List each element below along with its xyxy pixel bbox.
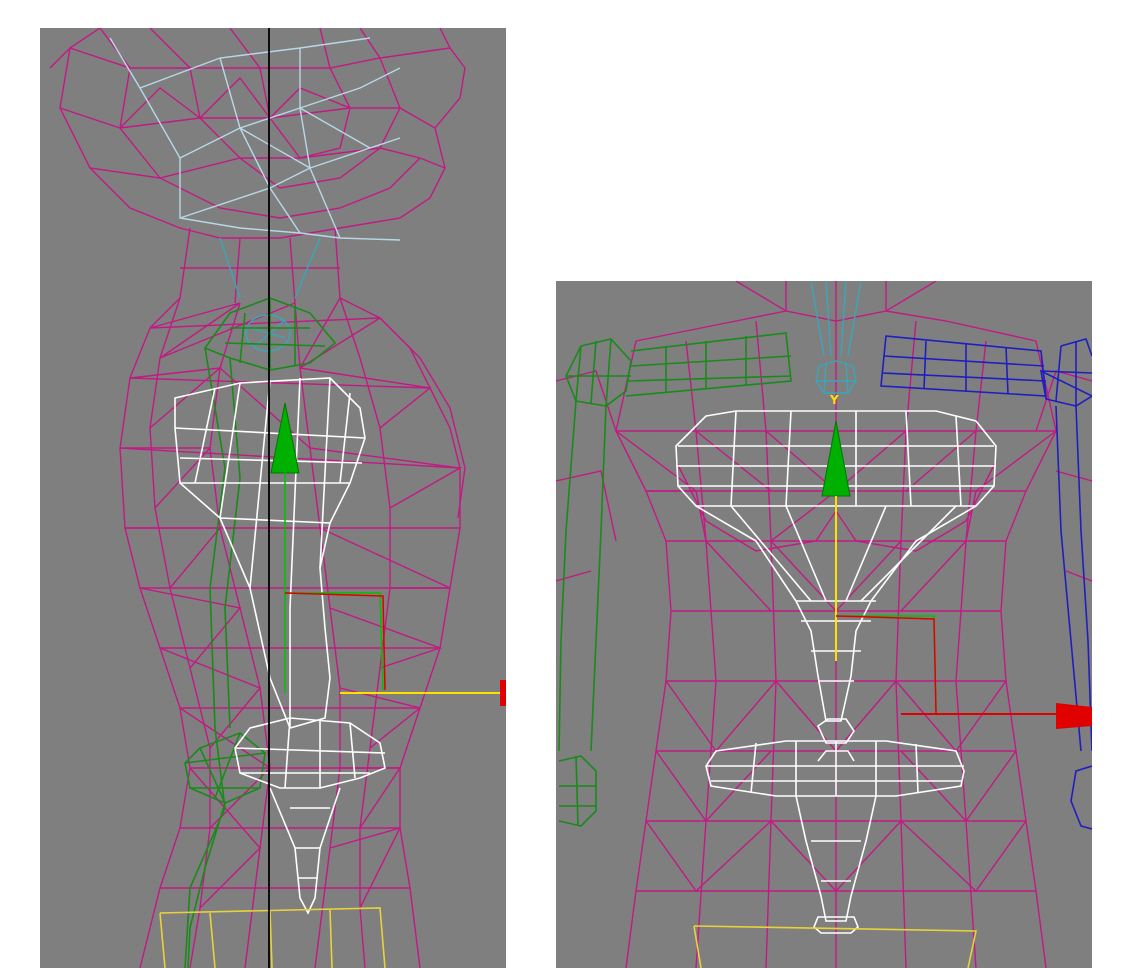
- viewport-front[interactable]: Y: [556, 281, 1092, 968]
- right-arm-bone-front[interactable]: [880, 335, 1092, 830]
- y-axis-arrow-icon[interactable]: [821, 420, 851, 497]
- character-mesh-side[interactable]: [49, 28, 466, 968]
- left-arm-bone-front[interactable]: [558, 332, 792, 827]
- y-axis-label: Y: [830, 393, 839, 407]
- y-axis-arrow-icon[interactable]: [270, 402, 300, 474]
- move-gizmo-icon[interactable]: [821, 420, 1092, 729]
- side-view-canvas[interactable]: [40, 28, 506, 968]
- viewport-side[interactable]: [40, 28, 506, 968]
- front-view-canvas[interactable]: [556, 281, 1092, 968]
- x-axis-arrow-icon[interactable]: [1056, 703, 1092, 729]
- move-gizmo-icon[interactable]: [270, 402, 506, 706]
- pelvis-bone-side[interactable]: [159, 907, 386, 968]
- x-axis-arrow-icon[interactable]: [500, 680, 506, 706]
